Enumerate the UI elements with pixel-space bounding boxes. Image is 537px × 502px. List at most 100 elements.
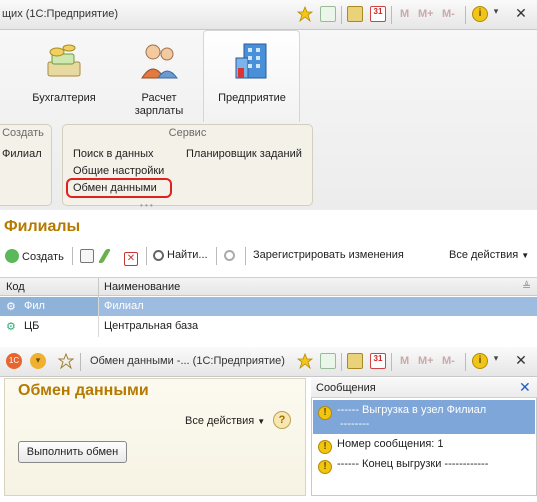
cancel-search-button[interactable] (224, 249, 238, 261)
message-item-continuation: -------- (340, 418, 370, 430)
warning-icon: ! (318, 406, 332, 420)
section-label: Расчет (141, 92, 177, 104)
favorites-icon[interactable] (320, 353, 336, 369)
toolbar-separator (465, 353, 466, 371)
close-messages-icon[interactable]: ✕ (519, 379, 531, 396)
cancel-search-icon (224, 250, 235, 261)
column-header-code[interactable]: Код (6, 281, 25, 293)
row-name: Центральная база (104, 320, 199, 332)
window-title: щих (1С:Предприятие) (2, 8, 118, 20)
section-accounting[interactable]: Бухгалтерия (28, 40, 100, 105)
copy-button[interactable] (80, 249, 97, 263)
delete-icon: ✕ (124, 252, 138, 266)
table-row[interactable]: ⚙ ЦБ Центральная база (0, 317, 537, 336)
message-text: Номер сообщения: 1 (337, 438, 444, 450)
exchange-all-actions-menu[interactable]: Все действия ▼ (185, 415, 265, 427)
window-menu-icon[interactable]: ▾ (30, 353, 46, 369)
chevron-down-icon[interactable]: ▾ (490, 353, 502, 369)
calendar-icon[interactable]: 31 (370, 6, 386, 22)
plus-icon (5, 249, 19, 263)
row-code: Фил (24, 300, 45, 312)
message-item[interactable]: ! ------ Конец выгрузки ------------ (318, 458, 488, 474)
toolbar-separator (341, 353, 342, 371)
help-icon[interactable]: ? (273, 411, 291, 429)
toolbar-separator (80, 353, 81, 371)
pencil-icon (97, 249, 112, 263)
favorites-icon[interactable] (320, 6, 336, 22)
find-button[interactable]: Найти... (153, 249, 208, 261)
general-settings-link[interactable]: Общие настройки (73, 165, 164, 177)
section-payroll[interactable]: Расчет зарплаты (124, 40, 194, 118)
payroll-icon (141, 44, 178, 79)
calculator-icon[interactable] (347, 6, 363, 22)
message-item[interactable]: ! Номер сообщения: 1 (318, 438, 444, 454)
section-label: Предприятие (218, 92, 286, 104)
create-group-title: Создать (2, 127, 44, 139)
calendar-icon[interactable]: 31 (370, 353, 386, 369)
task-scheduler-link[interactable]: Планировщик заданий (186, 148, 302, 160)
memory-subtract-button[interactable]: M- (442, 355, 455, 367)
toolbar-separator (216, 247, 217, 265)
main-titlebar: щих (1С:Предприятие) 31 M M+ M- i ▾ ✕ (0, 0, 537, 30)
all-actions-menu[interactable]: Все действия ▼ (449, 249, 529, 261)
toolbar-separator (391, 353, 392, 371)
create-button[interactable]: Создать (5, 249, 64, 263)
memory-button[interactable]: M (400, 355, 409, 367)
memory-subtract-button[interactable]: M- (442, 8, 455, 20)
copy-icon (80, 249, 94, 263)
warning-icon: ! (318, 460, 332, 474)
memory-add-button[interactable]: M+ (418, 355, 434, 367)
form-title: Филиалы (4, 218, 81, 235)
row-icon: ⚙ (6, 321, 16, 333)
highlight-frame (66, 178, 172, 198)
search-data-link[interactable]: Поиск в данных (73, 148, 154, 160)
all-actions-label: Все действия (185, 415, 255, 427)
resize-grip-icon[interactable]: • • • (140, 201, 153, 210)
toolbar-separator (391, 6, 392, 24)
star-outline-icon[interactable] (57, 352, 75, 370)
calculator-icon[interactable] (347, 353, 363, 369)
find-button-label: Найти... (167, 249, 208, 261)
toolbar-separator (72, 247, 73, 265)
toolbar-separator (465, 6, 466, 24)
column-sort-icon[interactable]: ≜ (522, 280, 531, 293)
message-text: ------ Выгрузка в узел Филиал (337, 404, 487, 416)
info-icon[interactable]: i (472, 6, 488, 22)
exchange-titlebar: 1C ▾ Обмен данными -... (1С:Предприятие)… (0, 347, 537, 377)
star-icon[interactable] (296, 5, 314, 23)
section-label: Бухгалтерия (32, 92, 96, 104)
column-header-name[interactable]: Наименование (104, 281, 180, 293)
column-divider (98, 297, 99, 337)
delete-button[interactable]: ✕ (124, 249, 141, 266)
close-icon[interactable]: ✕ (512, 5, 530, 21)
column-divider (98, 278, 99, 297)
chevron-down-icon: ▼ (521, 251, 530, 260)
toolbar-separator (146, 247, 147, 265)
section-label: зарплаты (134, 105, 184, 117)
exchange-heading: Обмен данными (18, 382, 149, 399)
edit-button[interactable] (97, 249, 112, 263)
chevron-down-icon[interactable]: ▾ (490, 6, 502, 22)
star-icon[interactable] (296, 352, 314, 370)
info-icon[interactable]: i (472, 353, 488, 369)
create-branch-link[interactable]: Филиал (2, 148, 42, 160)
enterprise-icon (235, 43, 267, 79)
table-header: Код Наименование ≜ (0, 277, 537, 297)
memory-add-button[interactable]: M+ (418, 8, 434, 20)
table-row[interactable]: ⚙ Фил Филиал (0, 297, 537, 316)
row-name: Филиал (99, 297, 537, 316)
messages-title: Сообщения (316, 382, 376, 394)
chevron-down-icon: ▼ (257, 417, 266, 426)
memory-button[interactable]: M (400, 8, 409, 20)
app-logo-icon: 1C (6, 353, 22, 369)
register-changes-button[interactable]: Зарегистрировать изменения (253, 249, 404, 261)
messages-header: Сообщения ✕ (311, 378, 537, 398)
section-enterprise[interactable]: Предприятие (212, 40, 292, 105)
list-toolbar: Создать ✕ Найти... Зарегистрировать изме… (0, 244, 537, 268)
accounting-icon (47, 44, 81, 77)
toolbar-separator (245, 247, 246, 265)
run-exchange-button[interactable]: Выполнить обмен (18, 441, 127, 463)
all-actions-label: Все действия (449, 249, 519, 261)
close-icon[interactable]: ✕ (512, 352, 530, 368)
toolbar-separator (341, 6, 342, 24)
